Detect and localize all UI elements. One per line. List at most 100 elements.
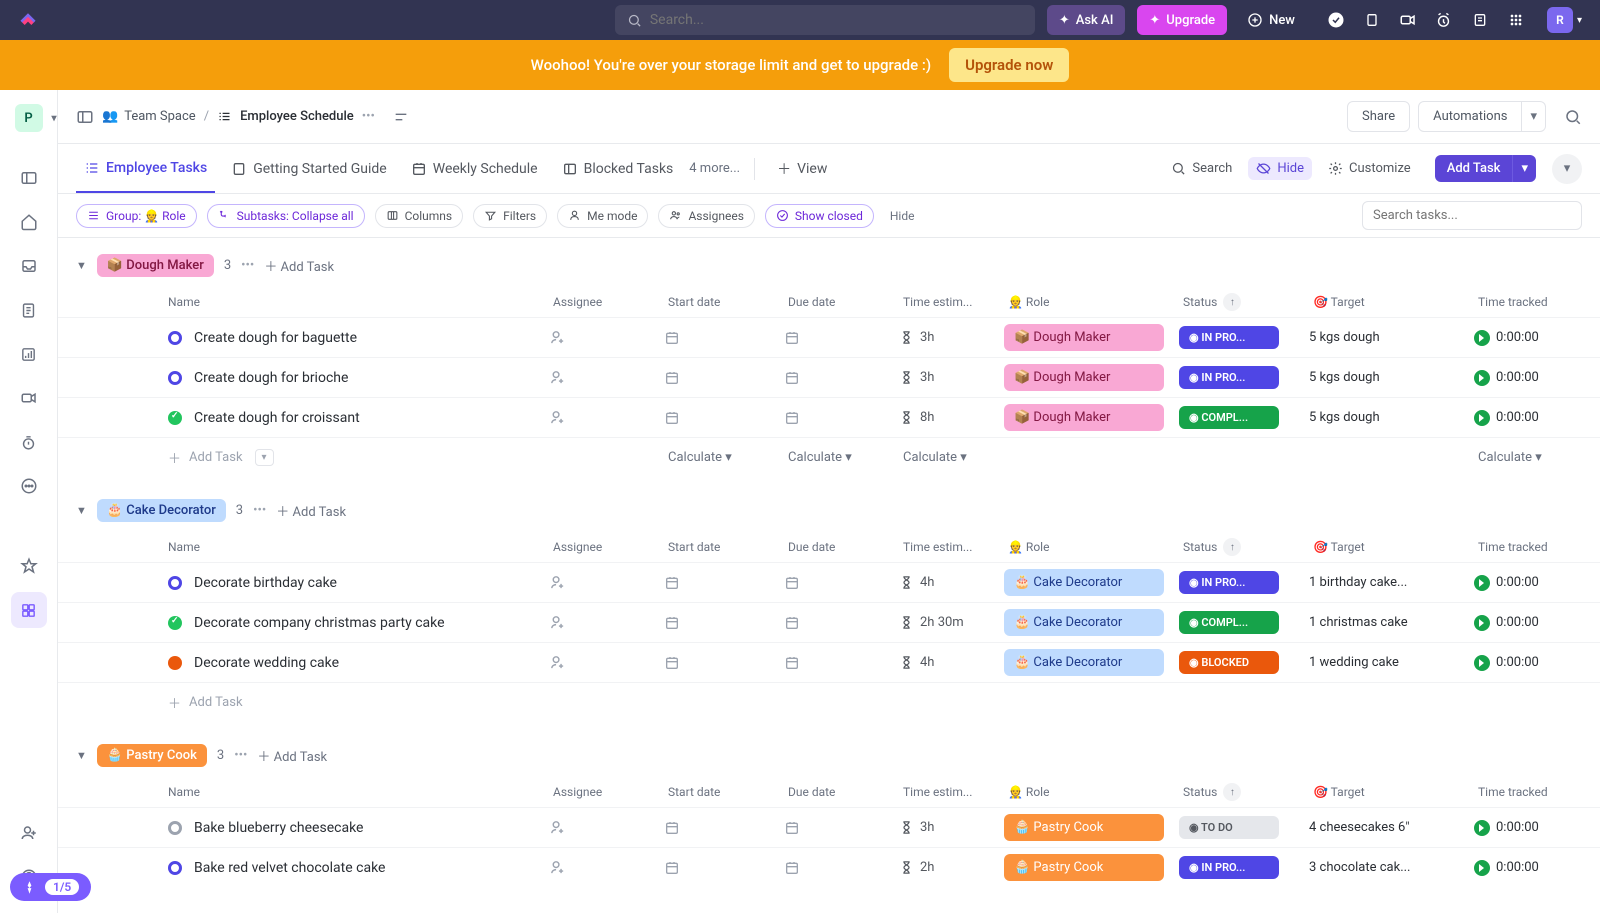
expand-icon[interactable]: ▾ <box>1552 154 1582 184</box>
inbox-icon[interactable] <box>11 248 47 284</box>
chevron-down-icon[interactable]: ▾ <box>255 449 274 466</box>
group-more-icon[interactable]: ••• <box>234 748 247 763</box>
col-time-estimate[interactable]: Time estim... <box>903 295 1008 309</box>
sort-up-icon[interactable]: ↑ <box>1223 783 1241 801</box>
time-tracked-cell[interactable]: 0:00:00 <box>1474 655 1600 671</box>
role-cell[interactable]: 🧁 Pastry Cook <box>1004 814 1179 841</box>
group-add-task[interactable]: ＋ Add Task <box>276 501 346 520</box>
status-cell[interactable]: ◉ BLOCKED <box>1179 651 1309 674</box>
ask-ai-button[interactable]: ✦ Ask AI <box>1047 5 1126 35</box>
time-estimate-cell[interactable]: 3h <box>899 370 1004 385</box>
status-cell[interactable]: ◉ IN PRO... <box>1179 856 1309 879</box>
task-row[interactable]: Decorate wedding cake 4h 🎂 Cake Decorato… <box>58 642 1600 682</box>
start-date-cell[interactable] <box>664 410 784 426</box>
page-search-icon[interactable] <box>1564 108 1582 126</box>
col-name[interactable]: Name <box>168 785 553 799</box>
col-target[interactable]: 🎯 Target <box>1313 785 1478 799</box>
add-task-row[interactable]: ＋Add Task▾ Calculate ▾ Calculate ▾ Calcu… <box>58 437 1600 477</box>
status-cell[interactable]: ◉ COMPL... <box>1179 406 1309 429</box>
status-dot[interactable] <box>168 861 182 875</box>
favorites-icon[interactable] <box>11 548 47 584</box>
target-cell[interactable]: 5 kgs dough <box>1309 410 1474 425</box>
status-cell[interactable]: ◉ IN PRO... <box>1179 571 1309 594</box>
invite-icon[interactable] <box>11 815 47 851</box>
due-date-cell[interactable] <box>784 820 899 836</box>
task-name[interactable]: Bake red velvet chocolate cake <box>194 860 549 876</box>
start-date-cell[interactable] <box>664 330 784 346</box>
sidebar-toggle-icon[interactable] <box>11 160 47 196</box>
time-estimate-cell[interactable]: 2h <box>899 860 1004 875</box>
time-estimate-cell[interactable]: 8h <box>899 410 1004 425</box>
assignee-cell[interactable] <box>549 614 664 631</box>
docs-icon[interactable] <box>11 292 47 328</box>
play-icon[interactable] <box>1474 370 1490 386</box>
col-role[interactable]: 👷 Role <box>1008 785 1183 799</box>
group-chip[interactable]: Group: 👷 Role <box>76 204 197 228</box>
play-icon[interactable] <box>1474 615 1490 631</box>
time-tracked-cell[interactable]: 0:00:00 <box>1474 575 1600 591</box>
global-search-input[interactable] <box>650 12 1023 28</box>
assignee-cell[interactable] <box>549 329 664 346</box>
task-row[interactable]: Create dough for baguette 3h 📦 Dough Mak… <box>58 317 1600 357</box>
col-name[interactable]: Name <box>168 540 553 554</box>
clipboard-icon[interactable] <box>1363 11 1381 29</box>
assignee-cell[interactable] <box>549 574 664 591</box>
calculate-button[interactable]: Calculate ▾ <box>668 450 788 465</box>
assignees-chip[interactable]: Assignees <box>658 204 754 228</box>
status-dot[interactable] <box>168 821 182 835</box>
status-dot[interactable] <box>168 331 182 345</box>
status-dot[interactable] <box>168 411 182 425</box>
assignee-cell[interactable] <box>549 369 664 386</box>
global-search[interactable] <box>615 5 1035 35</box>
start-date-cell[interactable] <box>664 820 784 836</box>
group-more-icon[interactable]: ••• <box>253 503 266 518</box>
time-tracked-cell[interactable]: 0:00:00 <box>1474 410 1600 426</box>
task-name[interactable]: Create dough for baguette <box>194 330 549 346</box>
breadcrumb-space[interactable]: 👥Team Space <box>102 109 196 124</box>
status-cell[interactable]: ◉ COMPL... <box>1179 611 1309 634</box>
task-row[interactable]: Decorate company christmas party cake 2h… <box>58 602 1600 642</box>
task-row[interactable]: Bake red velvet chocolate cake 2h 🧁 Past… <box>58 847 1600 887</box>
start-date-cell[interactable] <box>664 370 784 386</box>
task-name[interactable]: Create dough for brioche <box>194 370 549 386</box>
col-time-estimate[interactable]: Time estim... <box>903 540 1008 554</box>
workspace-badge[interactable]: P <box>15 104 43 132</box>
calculate-button[interactable]: Calculate ▾ <box>1478 450 1600 465</box>
collapse-icon[interactable] <box>393 109 409 125</box>
clips-icon[interactable] <box>11 380 47 416</box>
time-estimate-cell[interactable]: 2h 30m <box>899 615 1004 630</box>
col-assignee[interactable]: Assignee <box>553 785 668 799</box>
sort-up-icon[interactable]: ↑ <box>1223 538 1241 556</box>
automations-dropdown[interactable]: ▾ <box>1522 101 1546 132</box>
col-start-date[interactable]: Start date <box>668 540 788 554</box>
task-search-input[interactable] <box>1362 201 1582 230</box>
add-task-row[interactable]: ＋Add Task <box>58 682 1600 722</box>
add-view-button[interactable]: ＋View <box>769 144 835 193</box>
start-date-cell[interactable] <box>664 655 784 671</box>
play-icon[interactable] <box>1474 410 1490 426</box>
col-status[interactable]: Status↑ <box>1183 538 1313 556</box>
due-date-cell[interactable] <box>784 370 899 386</box>
col-time-estimate[interactable]: Time estim... <box>903 785 1008 799</box>
assignee-cell[interactable] <box>549 819 664 836</box>
play-icon[interactable] <box>1474 655 1490 671</box>
task-name[interactable]: Bake blueberry cheesecake <box>194 820 549 836</box>
calculate-button[interactable]: Calculate ▾ <box>903 450 1008 465</box>
status-dot[interactable] <box>168 656 182 670</box>
tabs-more[interactable]: 4 more... <box>689 161 740 176</box>
col-due-date[interactable]: Due date <box>788 785 903 799</box>
target-cell[interactable]: 5 kgs dough <box>1309 370 1474 385</box>
time-tracked-cell[interactable]: 0:00:00 <box>1474 860 1600 876</box>
due-date-cell[interactable] <box>784 575 899 591</box>
status-cell[interactable]: ◉ IN PRO... <box>1179 366 1309 389</box>
tab-getting-started[interactable]: Getting Started Guide <box>223 144 395 193</box>
tab-blocked-tasks[interactable]: Blocked Tasks <box>554 144 682 193</box>
time-estimate-cell[interactable]: 4h <box>899 575 1004 590</box>
app-logo[interactable] <box>18 10 38 30</box>
onboarding-pill[interactable]: 1/5 <box>10 873 91 901</box>
role-cell[interactable]: 🎂 Cake Decorator <box>1004 609 1179 636</box>
status-dot[interactable] <box>168 371 182 385</box>
col-time-tracked[interactable]: Time tracked <box>1478 785 1600 799</box>
status-dot[interactable] <box>168 576 182 590</box>
breadcrumb-more-icon[interactable]: ••• <box>362 109 375 124</box>
